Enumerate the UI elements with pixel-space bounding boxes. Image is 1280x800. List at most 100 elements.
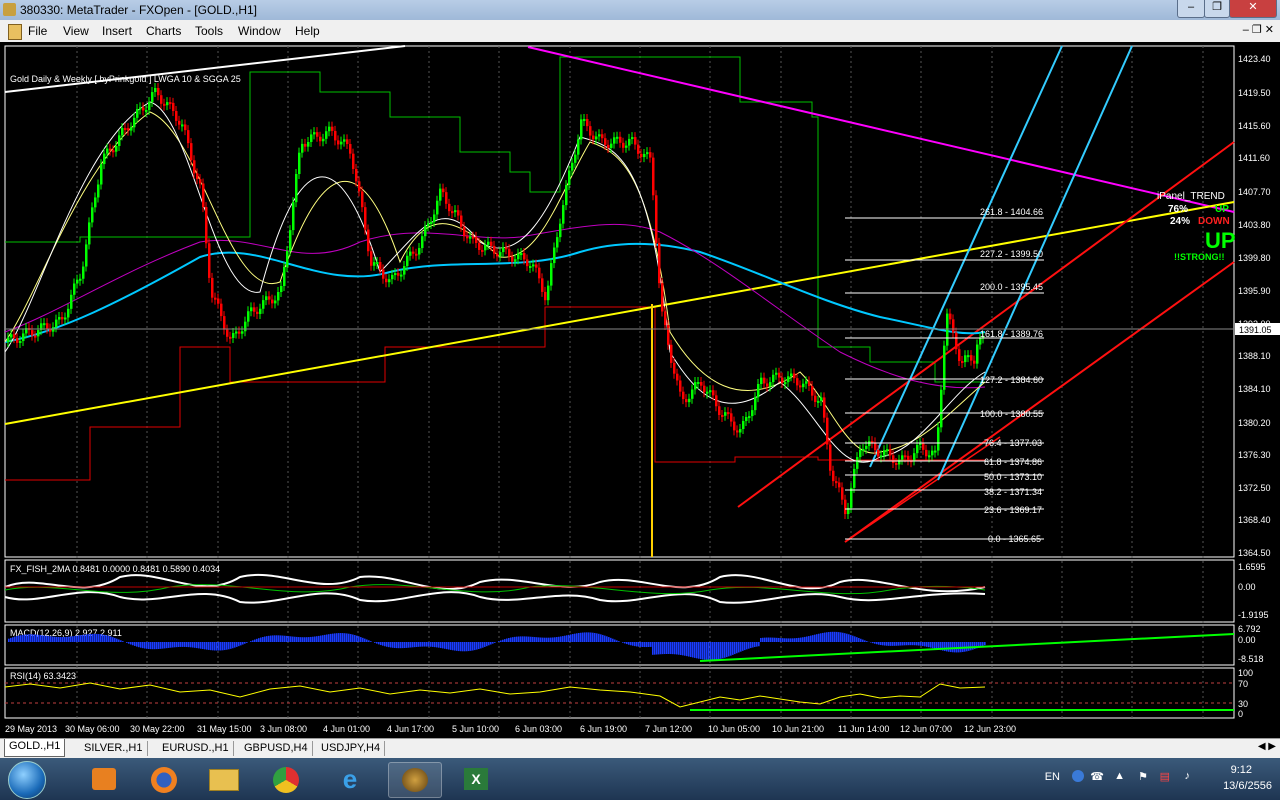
candle-body — [202, 183, 205, 208]
fib-label: 50.0 - 1373.10 — [984, 472, 1042, 482]
svg-text:70: 70 — [1238, 679, 1248, 689]
macd-bar — [546, 637, 548, 642]
clock-date[interactable]: 13/6/2556 — [1223, 780, 1272, 792]
internet-explorer-icon[interactable]: e — [324, 762, 376, 796]
candle-body — [277, 292, 280, 301]
chart-area[interactable]: 261.8 - 1404.66 227.2 - 1399.50 200.0 - … — [0, 42, 1280, 738]
candle-body — [412, 251, 415, 254]
macd-bar — [238, 642, 240, 647]
macd-bar — [390, 642, 392, 648]
svg-text:12 Jun 07:00: 12 Jun 07:00 — [900, 724, 952, 734]
macd-bar — [542, 637, 544, 642]
candle-body — [169, 102, 172, 105]
macd-bar — [618, 641, 620, 642]
candle-body — [604, 138, 607, 145]
macd-bar — [698, 642, 700, 659]
tab-gbpusd[interactable]: GBPUSD,H4 — [240, 741, 313, 756]
doc-icon — [8, 24, 22, 40]
macd-bar — [366, 639, 368, 642]
minimize-button[interactable]: – — [1177, 0, 1205, 18]
macd-bar — [906, 642, 908, 646]
language-indicator[interactable]: EN — [1045, 771, 1060, 783]
tab-eurusd[interactable]: EURUSD.,H1 — [158, 741, 234, 756]
macd-bar — [210, 642, 212, 651]
menu-file[interactable]: File — [28, 24, 47, 38]
candle-body — [610, 143, 613, 148]
macd-bar — [820, 633, 822, 642]
macd-bar — [972, 642, 974, 650]
macd-bar — [278, 635, 280, 642]
macd-bar — [856, 637, 858, 642]
candle-body — [544, 291, 547, 301]
candle-body — [31, 330, 34, 336]
macd-bar — [642, 642, 644, 647]
candle-body — [676, 373, 679, 381]
start-orb[interactable] — [8, 761, 46, 799]
macd-bar — [604, 635, 606, 642]
tab-gold[interactable]: GOLD.,H1 — [4, 739, 66, 757]
metatrader-icon[interactable] — [388, 762, 442, 798]
child-window-buttons[interactable]: – ❐ ✕ — [1243, 23, 1274, 36]
help-icon[interactable] — [1072, 770, 1084, 782]
macd-bar — [520, 636, 522, 642]
candle-body — [901, 455, 904, 460]
macd-bar — [582, 632, 584, 642]
macd-bar — [666, 642, 668, 655]
firefox-icon[interactable] — [138, 762, 190, 796]
macd-bar — [338, 633, 340, 642]
macd-bar — [420, 642, 422, 647]
candle-body — [400, 274, 403, 277]
excel-icon[interactable]: X — [450, 762, 502, 796]
menu-window[interactable]: Window — [238, 24, 281, 38]
candle-body — [553, 247, 556, 264]
menu-view[interactable]: View — [63, 24, 89, 38]
macd-bar — [748, 642, 750, 649]
clock-time[interactable]: 9:12 — [1231, 764, 1252, 776]
menu-charts[interactable]: Charts — [146, 24, 181, 38]
volume-icon[interactable]: ♪ — [1185, 770, 1191, 782]
svg-text:0.00: 0.00 — [1238, 635, 1256, 645]
chart-svg[interactable]: 261.8 - 1404.66 227.2 - 1399.50 200.0 - … — [0, 42, 1280, 738]
menu-insert[interactable]: Insert — [102, 24, 132, 38]
svg-text:30: 30 — [1238, 699, 1248, 709]
macd-bar — [436, 642, 438, 648]
candle-body — [484, 244, 487, 251]
maximize-button[interactable]: ❐ — [1204, 0, 1230, 18]
tray-app-icon[interactable]: ☎ — [1090, 770, 1104, 783]
macd-bar — [322, 635, 324, 642]
macd-bar — [314, 636, 316, 642]
menu-help[interactable]: Help — [295, 24, 320, 38]
macd-bar — [630, 642, 632, 646]
macd-bar — [56, 636, 58, 642]
tab-usdjpy[interactable]: USDJPY,H4 — [317, 741, 386, 756]
macd-bar — [298, 637, 300, 642]
candle-body — [631, 137, 634, 140]
macd-bar — [80, 635, 82, 642]
macd-bar — [464, 642, 466, 652]
chrome-icon[interactable] — [260, 762, 312, 796]
macd-bar — [332, 633, 334, 642]
network-icon[interactable]: ▤ — [1160, 770, 1170, 783]
tab-scroll-arrows[interactable]: ◀ ▶ — [1258, 741, 1276, 752]
macd-bar — [824, 632, 826, 642]
candle-body — [433, 214, 436, 223]
macd-bar — [272, 635, 274, 642]
macd-bar — [816, 634, 818, 642]
media-player-icon[interactable] — [78, 762, 130, 796]
close-button[interactable]: ✕ — [1229, 0, 1277, 18]
tab-silver[interactable]: SILVER.,H1 — [80, 741, 148, 756]
candle-body — [874, 442, 877, 451]
menu-tools[interactable]: Tools — [195, 24, 223, 38]
action-center-icon[interactable]: ⚑ — [1138, 770, 1148, 783]
candle-body — [703, 385, 706, 393]
macd-bar — [340, 633, 342, 642]
macd-bar — [296, 636, 298, 642]
candle-body — [232, 333, 235, 338]
macd-bar — [148, 642, 150, 650]
candle-body — [712, 390, 715, 396]
show-hidden-icons[interactable]: ▲ — [1114, 770, 1125, 782]
taskbar: e X EN ☎ ▲ ⚑ ▤ ♪ 9:12 13/6/2556 — [0, 758, 1280, 800]
macd-bar — [884, 642, 886, 646]
explorer-icon[interactable] — [198, 762, 250, 796]
candle-body — [58, 317, 61, 320]
